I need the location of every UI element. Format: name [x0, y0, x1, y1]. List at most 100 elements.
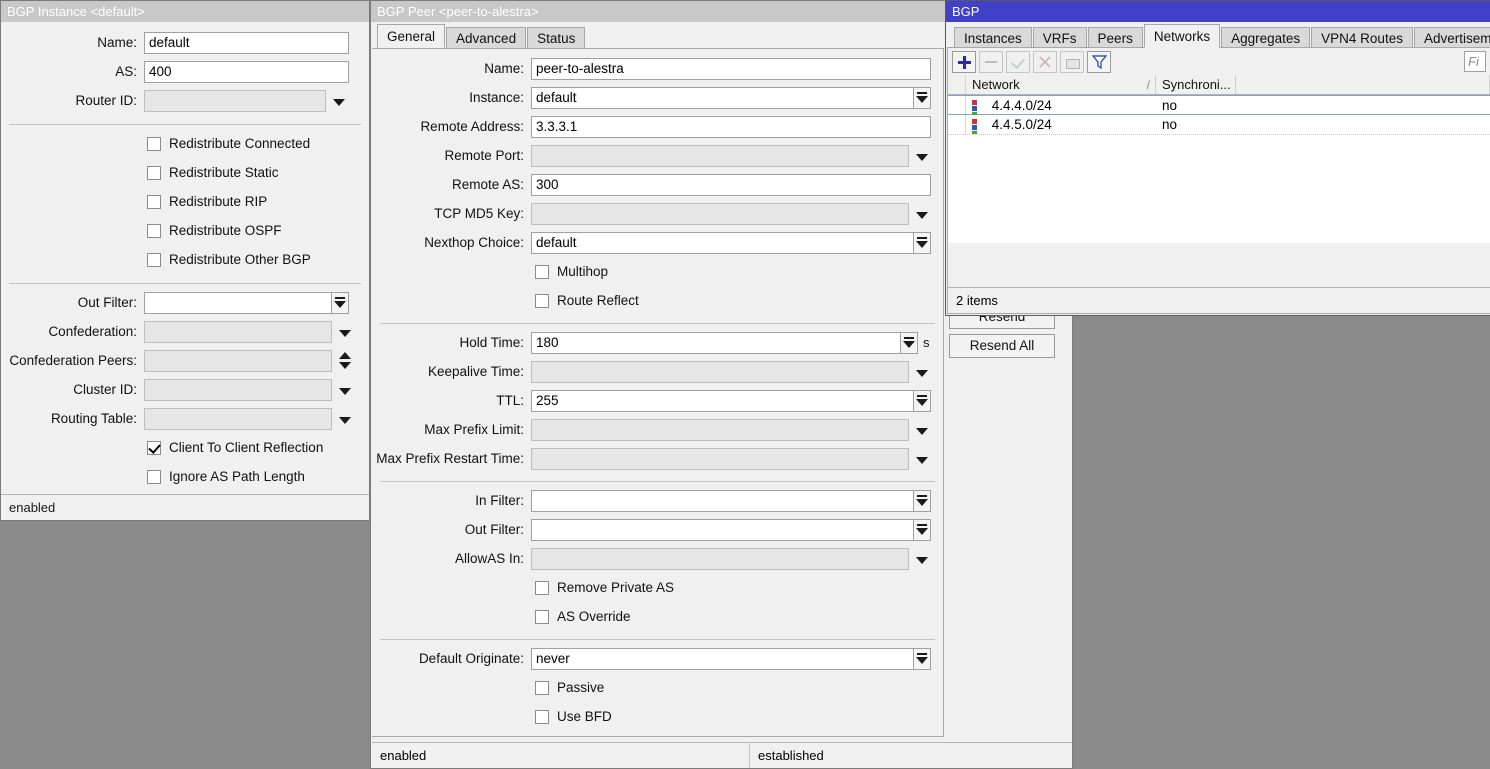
instance-input[interactable]: default	[531, 87, 914, 109]
router-id-input[interactable]	[144, 90, 326, 112]
tab-aggregates[interactable]: Aggregates	[1221, 27, 1310, 49]
nexthop-choice-input[interactable]: default	[531, 232, 914, 254]
checkbox-row-as-override[interactable]: AS Override	[372, 602, 943, 631]
chevron-down-icon[interactable]	[913, 146, 931, 166]
combo-arrow-icon[interactable]	[913, 519, 931, 541]
chevron-down-icon[interactable]	[913, 420, 931, 440]
tab-status[interactable]: Status	[527, 27, 585, 49]
combo-arrow-icon[interactable]	[913, 490, 931, 512]
confederation-input[interactable]	[144, 321, 332, 343]
table-row[interactable]: 4.4.4.0/24 no	[948, 95, 1490, 115]
bgp-list-titlebar[interactable]: BGP	[946, 1, 1490, 22]
remove-button[interactable]	[979, 51, 1003, 73]
tab-instances[interactable]: Instances	[954, 27, 1032, 49]
out-filter-input[interactable]	[144, 292, 332, 314]
default-originate-input[interactable]: never	[531, 648, 914, 670]
as-input[interactable]: 400	[144, 61, 349, 83]
allowas-in-input[interactable]	[531, 548, 909, 570]
combo-arrow-icon[interactable]	[900, 332, 918, 354]
enable-button[interactable]	[1006, 51, 1030, 73]
name-input[interactable]: default	[144, 32, 349, 54]
confederation-peers-input[interactable]	[144, 350, 332, 372]
remote-port-input[interactable]	[531, 145, 909, 167]
chevron-down-icon[interactable]	[330, 91, 348, 111]
combo-arrow-icon[interactable]	[331, 292, 349, 314]
ignore-as-path-length-checkbox[interactable]	[147, 470, 161, 484]
table-row[interactable]: 4.4.5.0/24 no	[948, 115, 1490, 135]
chevron-down-icon[interactable]	[913, 449, 931, 469]
networks-table-header: Network / Synchroni...	[948, 75, 1490, 95]
redistribute-rip-checkbox[interactable]	[147, 195, 161, 209]
add-button[interactable]	[952, 51, 976, 73]
checkbox-row-route-reflect[interactable]: Route Reflect	[372, 286, 943, 315]
tab-general[interactable]: General	[377, 24, 445, 48]
checkbox-row-redistribute-connected[interactable]: Redistribute Connected	[1, 129, 369, 158]
redistribute-ospf-checkbox[interactable]	[147, 224, 161, 238]
redistribute-other-bgp-checkbox[interactable]	[147, 253, 161, 267]
checkbox-row-multihop[interactable]: Multihop	[372, 257, 943, 286]
route-reflect-checkbox[interactable]	[535, 294, 549, 308]
remove-private-as-checkbox[interactable]	[535, 581, 549, 595]
passive-checkbox[interactable]	[535, 681, 549, 695]
redistribute-connected-label: Redistribute Connected	[169, 136, 310, 151]
checkbox-row-ignore-as-path-length[interactable]: Ignore AS Path Length	[1, 462, 369, 491]
field-row-out-filter: Out Filter:	[1, 288, 369, 317]
chevron-down-icon[interactable]	[913, 549, 931, 569]
checkbox-row-redistribute-ospf[interactable]: Redistribute OSPF	[1, 216, 369, 245]
keepalive-time-input[interactable]	[531, 361, 909, 383]
use-bfd-checkbox[interactable]	[535, 710, 549, 724]
redistribute-static-checkbox[interactable]	[147, 166, 161, 180]
combo-arrow-icon[interactable]	[913, 648, 931, 670]
checkbox-row-client-to-client-reflection[interactable]: Client To Client Reflection	[1, 433, 369, 462]
comment-button[interactable]	[1060, 51, 1084, 73]
hold-time-input[interactable]: 180	[531, 332, 901, 354]
tab-vrfs[interactable]: VRFs	[1033, 27, 1087, 49]
updown-arrows-icon[interactable]	[336, 350, 354, 372]
tab-peers[interactable]: Peers	[1088, 27, 1143, 49]
combo-arrow-icon[interactable]	[913, 232, 931, 254]
tab-advanced[interactable]: Advanced	[446, 27, 526, 49]
chevron-down-icon[interactable]	[336, 380, 354, 400]
in-filter-input[interactable]	[531, 490, 914, 512]
peer-out-filter-input[interactable]	[531, 519, 914, 541]
bgp-instance-window[interactable]: BGP Instance <default> Name: default AS:…	[0, 0, 370, 521]
checkbox-row-redistribute-static[interactable]: Redistribute Static	[1, 158, 369, 187]
find-input[interactable]: Fi	[1464, 51, 1486, 72]
max-prefix-limit-input[interactable]	[531, 419, 909, 441]
remote-as-input[interactable]: 300	[531, 174, 931, 196]
client-to-client-reflection-checkbox[interactable]	[147, 441, 161, 455]
chevron-down-icon[interactable]	[913, 362, 931, 382]
checkbox-row-redistribute-rip[interactable]: Redistribute RIP	[1, 187, 369, 216]
max-prefix-restart-time-input[interactable]	[531, 448, 909, 470]
chevron-down-icon[interactable]	[913, 204, 931, 224]
bgp-instance-titlebar[interactable]: BGP Instance <default>	[1, 1, 369, 22]
tab-advertisements[interactable]: Advertisements	[1414, 27, 1490, 49]
tab-networks[interactable]: Networks	[1144, 24, 1220, 48]
column-header-network[interactable]: Network /	[966, 75, 1156, 94]
column-header-synchronize[interactable]: Synchroni...	[1156, 75, 1236, 94]
name-label: Name:	[1, 35, 144, 50]
remote-address-input[interactable]: 3.3.3.1	[531, 116, 931, 138]
combo-arrow-icon[interactable]	[913, 390, 931, 412]
cluster-id-input[interactable]	[144, 379, 332, 401]
chevron-down-icon[interactable]	[336, 409, 354, 429]
filter-button[interactable]	[1087, 51, 1111, 73]
checkbox-row-remove-private-as[interactable]: Remove Private AS	[372, 573, 943, 602]
multihop-checkbox[interactable]	[535, 265, 549, 279]
chevron-down-icon[interactable]	[336, 322, 354, 342]
bgp-peer-title-text: BGP Peer <peer-to-alestra>	[377, 4, 539, 19]
checkbox-row-redistribute-other-bgp[interactable]: Redistribute Other BGP	[1, 245, 369, 274]
ttl-input[interactable]: 255	[531, 390, 914, 412]
as-override-checkbox[interactable]	[535, 610, 549, 624]
bgp-list-window[interactable]: BGP Instances VRFs Peers Networks Aggreg…	[945, 0, 1490, 316]
routing-table-input[interactable]	[144, 408, 332, 430]
redistribute-connected-checkbox[interactable]	[147, 137, 161, 151]
peer-name-input[interactable]: peer-to-alestra	[531, 58, 931, 80]
tcp-md5-key-input[interactable]	[531, 203, 909, 225]
tab-vpn4-routes[interactable]: VPN4 Routes	[1311, 27, 1413, 49]
resend-all-button[interactable]: Resend All	[949, 334, 1055, 358]
checkbox-row-use-bfd[interactable]: Use BFD	[372, 702, 943, 731]
disable-button[interactable]	[1033, 51, 1057, 73]
checkbox-row-passive[interactable]: Passive	[372, 673, 943, 702]
combo-arrow-icon[interactable]	[913, 87, 931, 109]
